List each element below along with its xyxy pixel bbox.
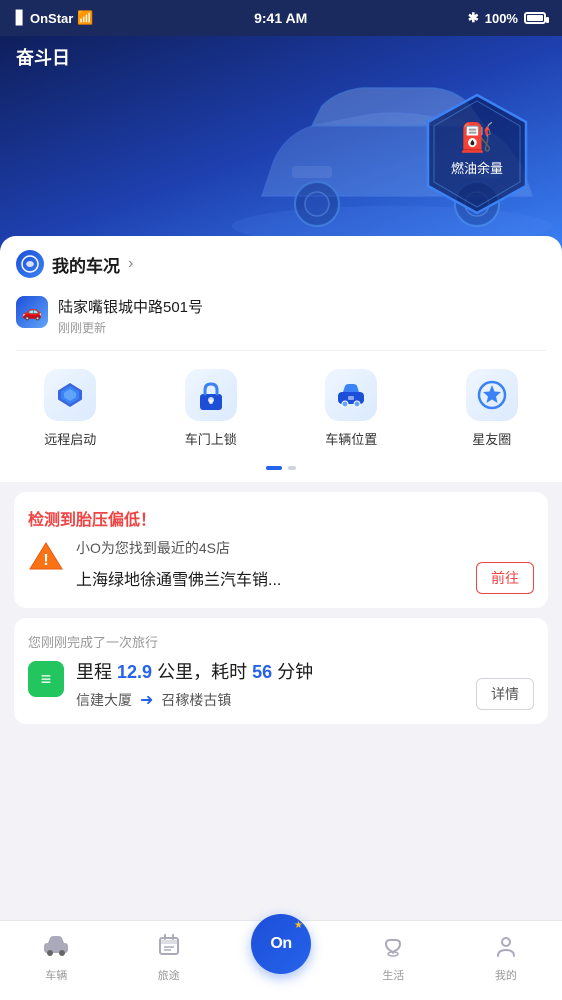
lock-door-label: 车门上锁 [185, 429, 237, 448]
bluetooth-icon: ✱ [468, 10, 479, 26]
buick-logo [16, 250, 44, 278]
app-title-bar: 奋斗日 [0, 36, 562, 78]
trip-icon: ≡ [41, 669, 52, 690]
alert-card: 检测到胎压偏低！ ! 小O为您找到最近的4S店 上海绿地徐通雪佛兰汽车销... … [14, 492, 548, 608]
remote-start-icon-wrap [44, 369, 96, 421]
alert-body: ! 小O为您找到最近的4S店 上海绿地徐通雪佛兰汽车销... 前往 [28, 538, 534, 594]
location-address: 陆家嘴银城中路501号 [58, 296, 546, 317]
tab-life[interactable]: 生活 [337, 928, 449, 983]
lock-door-icon-wrap [185, 369, 237, 421]
app-title: 奋斗日 [16, 48, 70, 68]
vehicle-location-label: 车辆位置 [325, 429, 377, 448]
tab-trip[interactable]: 旅途 [112, 928, 224, 983]
fuel-pump-icon: ⛽ [460, 121, 495, 154]
tab-on[interactable]: On ★ [225, 934, 337, 978]
main-content: 检测到胎压偏低！ ! 小O为您找到最近的4S店 上海绿地徐通雪佛兰汽车销... … [0, 482, 562, 734]
trip-header: 您刚刚完成了一次旅行 [28, 632, 534, 651]
trip-distance: 12.9 [117, 662, 152, 682]
trip-stats: 里程 12.9 公里，耗时 56 分钟 [76, 661, 464, 684]
dot-2 [288, 466, 296, 470]
trip-route: 信建大厦 ➜ 召稼楼古镇 [76, 690, 464, 710]
svg-text:!: ! [43, 552, 48, 569]
alert-location-row: 上海绿地徐通雪佛兰汽车销... 前往 [76, 562, 534, 594]
tab-mine[interactable]: 我的 [450, 928, 562, 983]
vehicle-tab-icon [43, 934, 69, 964]
detail-button[interactable]: 详情 [476, 678, 534, 710]
alert-description: 小O为您找到最近的4S店 [76, 538, 534, 558]
location-icon-wrap: 🚗 [16, 296, 48, 328]
action-remote-start[interactable]: 远程启动 [44, 369, 96, 448]
trip-from: 信建大厦 [76, 690, 132, 710]
wifi-icon: 📶 [77, 10, 93, 26]
star-circle-icon-wrap [466, 369, 518, 421]
trip-arrow-icon: ➜ [140, 690, 153, 710]
warning-icon: ! [28, 538, 64, 574]
my-car-row[interactable]: 我的车况 › [16, 250, 546, 278]
trip-to: 召稼楼古镇 [161, 690, 231, 710]
location-time: 刚刚更新 [58, 319, 546, 336]
my-car-title: 我的车况 [52, 252, 120, 277]
alert-title: 检测到胎压偏低！ [28, 506, 534, 530]
tab-vehicle[interactable]: 车辆 [0, 928, 112, 983]
battery-icon [524, 12, 546, 24]
tab-bar: 车辆 旅途 On ★ 生活 [0, 920, 562, 1000]
location-text: 陆家嘴银城中路501号 刚刚更新 [58, 296, 546, 336]
car-location-icon: 🚗 [22, 302, 42, 322]
trip-tab-icon [157, 934, 181, 964]
status-bar: ▋ OnStar 📶 9:41 AM ✱ 100% [0, 0, 562, 36]
trip-card: 您刚刚完成了一次旅行 ≡ 里程 12.9 公里，耗时 56 分钟 信建大厦 ➜ … [14, 618, 548, 724]
dot-1 [266, 466, 282, 470]
action-vehicle-location[interactable]: 车辆位置 [325, 369, 377, 448]
status-time: 9:41 AM [254, 10, 307, 26]
mine-tab-label: 我的 [495, 967, 517, 983]
hero-section: 奋斗日 ⛽ 燃油余量 [0, 36, 562, 256]
pagination-dots [0, 458, 562, 482]
life-tab-label: 生活 [382, 967, 404, 983]
quick-actions: 远程启动 车门上锁 车辆位置 [0, 351, 562, 458]
fuel-label: 燃油余量 [451, 158, 503, 177]
signal-icon: ▋ [16, 10, 26, 26]
trip-tab-label: 旅途 [158, 967, 180, 983]
fuel-content: ⛽ 燃油余量 [451, 121, 503, 177]
remote-start-label: 远程启动 [44, 429, 96, 448]
trip-body: ≡ 里程 12.9 公里，耗时 56 分钟 信建大厦 ➜ 召稼楼古镇 详情 [28, 661, 534, 710]
mine-tab-icon [494, 934, 518, 964]
action-lock-door[interactable]: 车门上锁 [185, 369, 237, 448]
on-star-icon: ★ [294, 920, 303, 931]
vehicle-status-section: 我的车况 › 🚗 陆家嘴银城中路501号 刚刚更新 [0, 236, 562, 351]
vehicle-location-icon-wrap [325, 369, 377, 421]
status-right: ✱ 100% [468, 10, 546, 26]
on-label: On [270, 935, 291, 953]
fuel-widget[interactable]: ⛽ 燃油余量 [422, 91, 532, 217]
star-circle-label: 星友圈 [472, 429, 511, 448]
trip-icon-wrap: ≡ [28, 661, 64, 697]
trip-text-area: 里程 12.9 公里，耗时 56 分钟 信建大厦 ➜ 召稼楼古镇 [76, 661, 464, 710]
action-star-circle[interactable]: 星友圈 [466, 369, 518, 448]
life-tab-icon [381, 934, 405, 964]
alert-shop-name: 上海绿地徐通雪佛兰汽车销... [76, 566, 281, 590]
alert-text-area: 小O为您找到最近的4S店 上海绿地徐通雪佛兰汽车销... 前往 [76, 538, 534, 594]
vehicle-tab-label: 车辆 [45, 967, 67, 983]
trip-duration: 56 [252, 662, 272, 682]
location-row: 🚗 陆家嘴银城中路501号 刚刚更新 [16, 286, 546, 351]
goto-button[interactable]: 前往 [476, 562, 534, 594]
chevron-right-icon: › [128, 255, 133, 273]
on-button[interactable]: On ★ [251, 914, 311, 974]
status-carrier: ▋ OnStar 📶 [16, 10, 94, 26]
